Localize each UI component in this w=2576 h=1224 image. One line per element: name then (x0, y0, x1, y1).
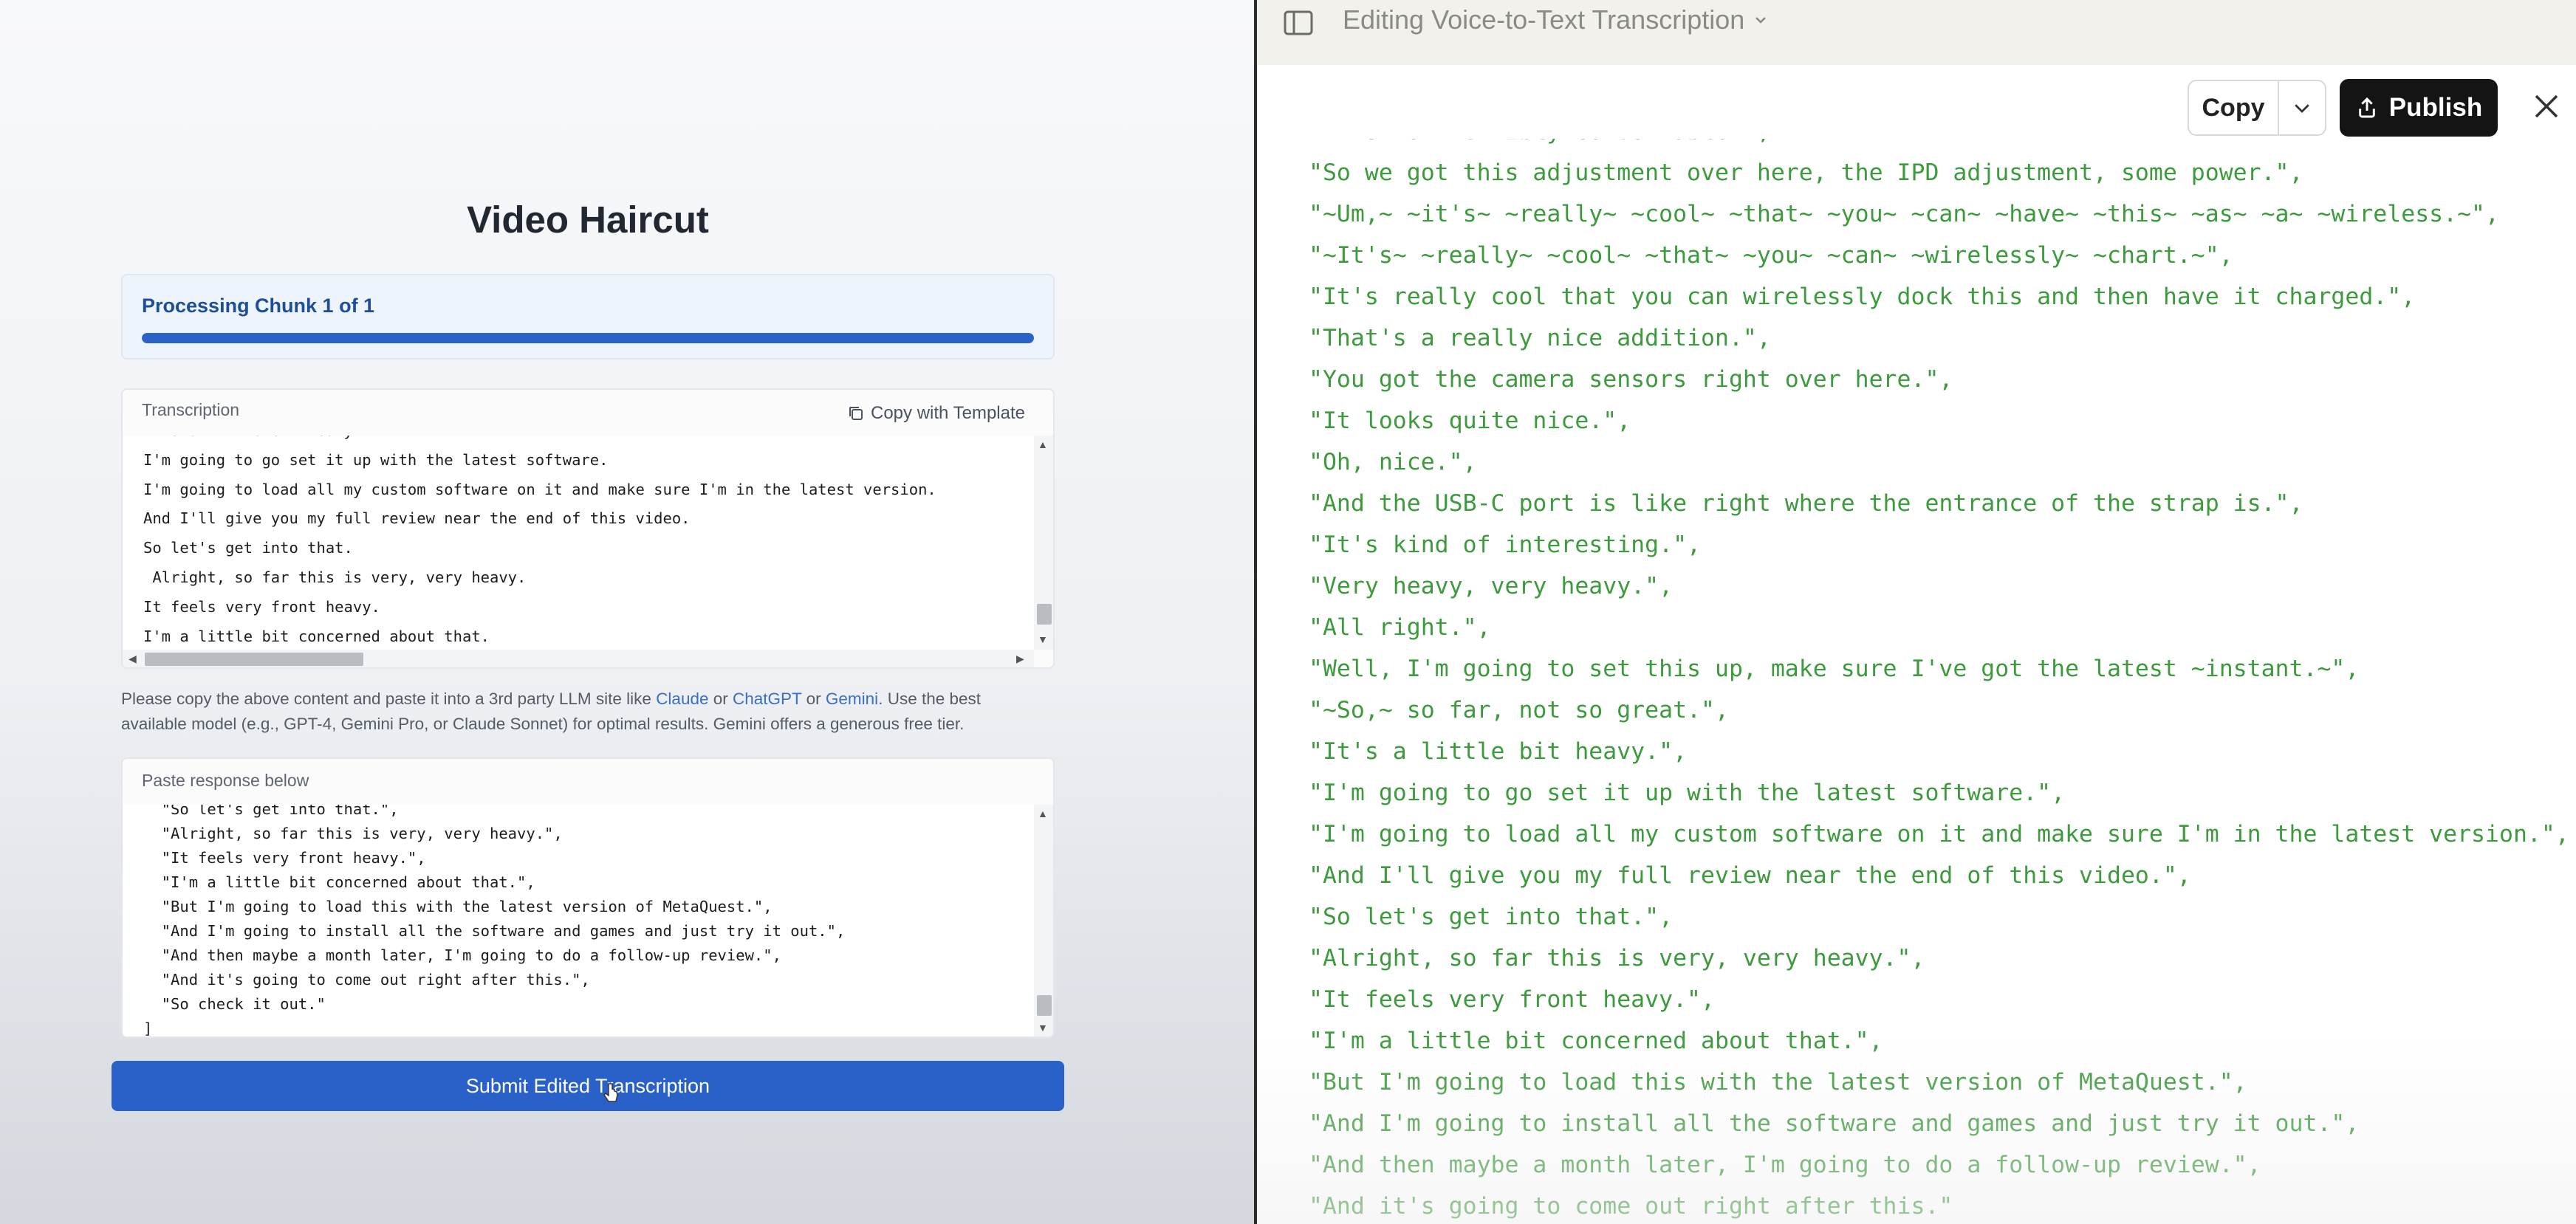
transcription-line: I'm a little bit concerned about that. (143, 627, 490, 645)
code-line: "And the USB-C port is like right where … (1309, 490, 2303, 517)
gemini-link[interactable]: Gemini (826, 690, 878, 708)
code-line: "Alright, so far this is very, very heav… (1309, 945, 1925, 972)
scroll-thumb[interactable] (1037, 995, 1052, 1016)
transcription-vertical-scrollbar[interactable]: ▲ ▼ (1034, 436, 1053, 650)
chevron-down-icon (1755, 17, 1767, 24)
response-vertical-scrollbar[interactable]: ▲ ▼ (1034, 805, 1053, 1036)
progress-card: Processing Chunk 1 of 1 (121, 274, 1055, 360)
scroll-left-arrow-icon[interactable]: ◀ (129, 653, 137, 665)
mouse-pointer-icon (603, 1083, 618, 1102)
artifact-panel: Editing Voice-to-Text Transcription Copy… (1257, 0, 2576, 1224)
note-text: or (801, 690, 826, 708)
transcription-line: I'm going to go set it up with the lates… (143, 450, 609, 469)
code-line: "Oh, nice.", (1309, 449, 1477, 475)
chatgpt-link[interactable]: ChatGPT (733, 690, 801, 708)
submit-edited-transcription-button[interactable]: Submit Edited Transcription (112, 1061, 1064, 1111)
response-label: Paste response below (142, 771, 309, 790)
copy-button[interactable]: Copy (2189, 81, 2279, 134)
scroll-down-arrow-icon[interactable]: ▼ (1038, 633, 1048, 645)
transcription-panel: Transcription Copy with Template It's a … (121, 388, 1055, 669)
transcription-line: So let's get into that. (143, 539, 353, 557)
instructions-note: Please copy the above content and paste … (121, 687, 1044, 737)
code-line: "So let's get into that.", (1309, 904, 1674, 930)
response-line: "And I'm going to install all the softwa… (143, 922, 846, 940)
chevron-down-icon (2295, 104, 2309, 113)
response-line: "So check it out." (143, 995, 326, 1013)
scroll-thumb[interactable] (1037, 604, 1052, 625)
code-line: "Well, I'm going to set this up, make su… (1309, 656, 2360, 682)
code-line: "And I'm going to install all the softwa… (1309, 1110, 2360, 1137)
copy-options-dropdown[interactable] (2279, 81, 2325, 134)
transcription-text: It's a little bit heavy. I'm going to go … (143, 436, 936, 650)
code-line: "And then maybe a month later, I'm going… (1309, 1152, 2261, 1178)
transcription-line: It feels very front heavy. (143, 597, 380, 616)
code-line: "~Um,~ ~it's~ ~really~ ~cool~ ~that~ ~yo… (1309, 201, 2499, 227)
response-panel: Paste response below "So let's get into … (121, 757, 1055, 1038)
transcription-textarea[interactable]: It's a little bit heavy. I'm going to go … (123, 436, 1053, 650)
response-textarea[interactable]: "So let's get into that.", "Alright, so … (123, 805, 1053, 1037)
response-line: "And it's going to come out right after … (143, 971, 590, 989)
transcription-line: It's a little bit heavy. (143, 436, 936, 446)
progress-bar (142, 333, 1034, 343)
response-line: "But I'm going to load this with the lat… (143, 898, 773, 915)
code-line: "It feels very front heavy.", (1309, 986, 1715, 1013)
code-line: "It's really cool that you can wirelessl… (1309, 283, 2416, 310)
transcription-line: And I'll give you my full review near th… (143, 509, 691, 528)
response-text: "So let's get into that.", "Alright, so … (143, 805, 846, 1037)
share-upload-icon (2358, 97, 2375, 118)
code-line: "You got the camera sensors right over h… (1309, 366, 1953, 393)
code-line: "All right.", (1309, 614, 1491, 641)
scroll-right-arrow-icon[interactable]: ▶ (1016, 653, 1024, 665)
copy-with-template-label: Copy with Template (871, 403, 1025, 423)
document-title: Editing Voice-to-Text Transcription (1343, 4, 1745, 35)
video-haircut-app: Video Haircut Processing Chunk 1 of 1 Tr… (0, 0, 1254, 1224)
code-line: "I'm a little bit concerned about that."… (1309, 1028, 1883, 1054)
code-line: "But I'm going to load this with the lat… (1309, 1069, 2247, 1096)
scroll-up-arrow-icon[interactable]: ▲ (1038, 439, 1048, 450)
publish-label: Publish (2388, 93, 2483, 122)
code-line: "Very heavy, very heavy.", (1309, 573, 1674, 599)
response-line: "So let's get into that.", (143, 805, 399, 818)
code-line: "It's a little bit heavy.", (1309, 738, 1688, 765)
code-line: "I'm going to go set it up with the late… (1309, 780, 2066, 806)
close-icon[interactable] (2532, 92, 2561, 121)
note-text: Please copy the above content and paste … (121, 690, 657, 708)
code-line: "It's not terribly comfortable.", (1309, 139, 1771, 145)
code-line: "That's a really nice addition.", (1309, 325, 1771, 351)
copy-icon (849, 407, 863, 420)
page-title: Video Haircut (467, 199, 709, 241)
transcription-line: Alright, so far this is very, very heavy… (143, 568, 527, 586)
code-line: "And I'll give you my full review near t… (1309, 862, 2191, 889)
transcription-label: Transcription (142, 400, 240, 419)
code-line: "So we got this adjustment over here, th… (1309, 159, 2303, 186)
response-line: "It feels very front heavy.", (143, 849, 426, 867)
code-line: "It's kind of interesting.", (1309, 532, 1702, 558)
artifact-top-bar: Editing Voice-to-Text Transcription (1257, 0, 2576, 65)
copy-button-group: Copy (2188, 80, 2326, 136)
publish-button[interactable]: Publish (2340, 79, 2498, 137)
transcription-line: I'm going to load all my custom software… (143, 480, 936, 498)
code-viewer: "It's not terribly comfortable.", "So we … (1257, 139, 2576, 1224)
response-line: "Alright, so far this is very, very heav… (143, 825, 563, 842)
progress-bar-fill (142, 333, 1034, 343)
document-title-dropdown[interactable]: Editing Voice-to-Text Transcription (1343, 4, 1770, 35)
copy-with-template-button[interactable]: Copy with Template (847, 403, 1025, 424)
sidebar-toggle-icon[interactable] (1284, 10, 1313, 35)
transcription-horizontal-scrollbar[interactable]: ◀ ▶ (123, 650, 1034, 667)
code-line: "~So,~ so far, not so great.", (1309, 697, 1729, 723)
scroll-up-arrow-icon[interactable]: ▲ (1038, 808, 1048, 819)
code-line: "~It's~ ~really~ ~cool~ ~that~ ~you~ ~ca… (1309, 242, 2233, 269)
claude-link[interactable]: Claude (656, 690, 708, 708)
response-line: "I'm a little bit concerned about that."… (143, 873, 535, 891)
response-line: ] (143, 1020, 153, 1037)
code-line: "I'm going to load all my custom softwar… (1309, 821, 2569, 847)
response-line: "And then maybe a month later, I'm going… (143, 946, 781, 964)
scroll-down-arrow-icon[interactable]: ▼ (1038, 1022, 1048, 1034)
horizontal-scroll-thumb[interactable] (145, 653, 363, 666)
progress-label: Processing Chunk 1 of 1 (142, 295, 375, 317)
note-text: or (708, 690, 733, 708)
code-line: "And it's going to come out right after … (1309, 1193, 1953, 1220)
code-line: "It looks quite nice.", (1309, 408, 1631, 434)
